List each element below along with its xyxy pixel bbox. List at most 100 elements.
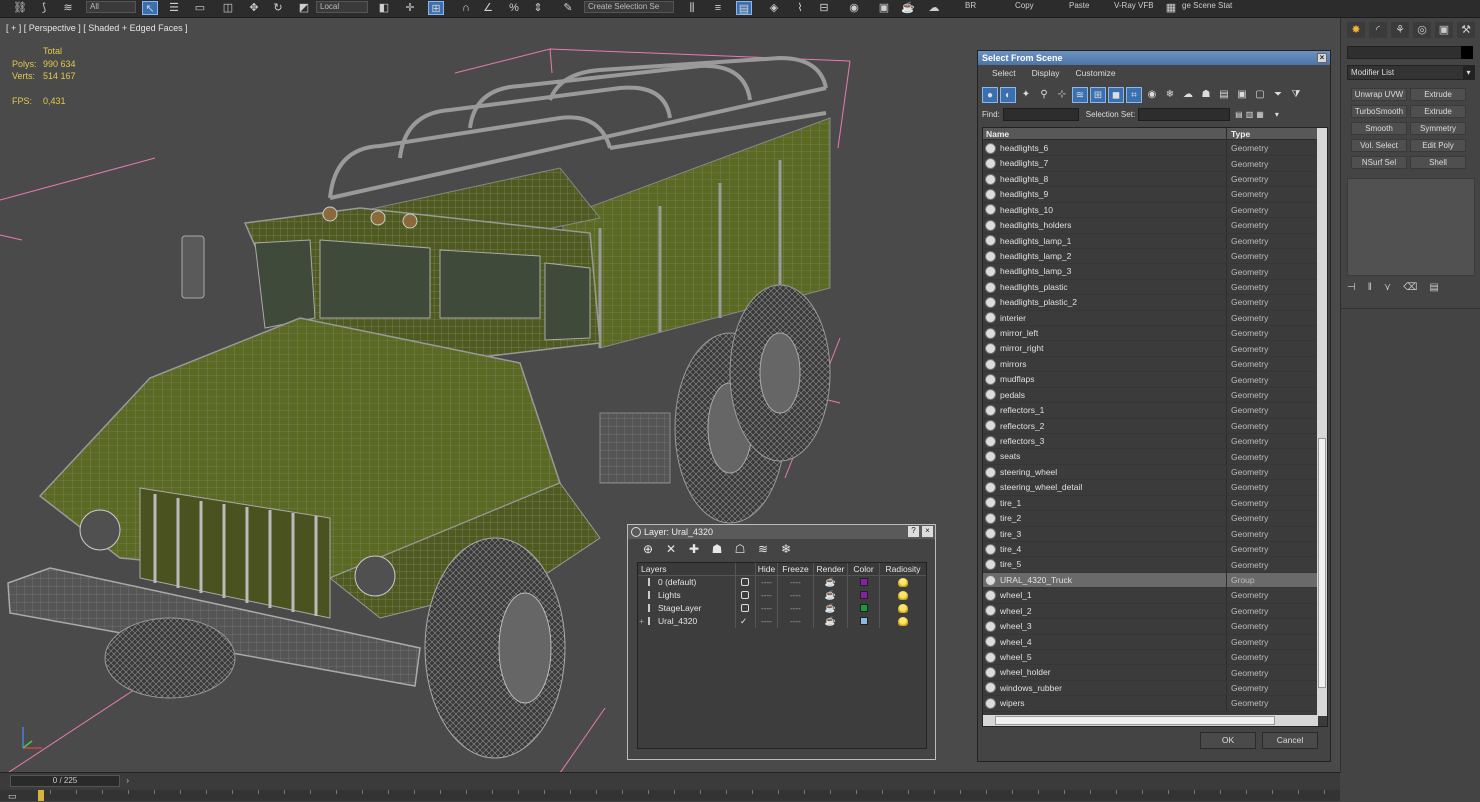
chevron-right-icon[interactable]: ›	[126, 776, 129, 786]
close-icon[interactable]: ×	[922, 526, 933, 537]
scale-icon[interactable]: ◩	[296, 1, 312, 15]
modifier-smooth-button[interactable]: Smooth	[1351, 122, 1407, 135]
display-lights-icon[interactable]: ✦	[1018, 87, 1034, 103]
make-unique-icon[interactable]: ⋎	[1384, 282, 1391, 293]
scrollbar-thumb-h[interactable]	[995, 716, 1275, 725]
menu-customize[interactable]: Customize	[1076, 65, 1116, 81]
display-shapes-icon[interactable]: ◐	[1000, 87, 1016, 103]
hide-unhide-all-icon[interactable]: ≋	[755, 542, 771, 556]
object-list-row[interactable]: interier Geometry	[983, 310, 1318, 327]
render-icon[interactable]: ☁	[926, 1, 942, 15]
percent-snap-icon[interactable]: %	[506, 1, 522, 15]
toolbar-label-br[interactable]: BR	[965, 1, 976, 11]
select-manipulate-icon[interactable]: ✛	[402, 1, 418, 15]
column-render[interactable]: Render	[814, 563, 848, 575]
utilities-tab-icon[interactable]: ⚒	[1457, 22, 1475, 38]
selection-set-add-icon[interactable]: ▥	[1246, 110, 1254, 119]
column-type[interactable]: Type	[1227, 128, 1250, 139]
object-list-row[interactable]: steering_wheel_detail Geometry	[983, 480, 1318, 496]
edit-named-selection-icon[interactable]: ✎	[560, 1, 576, 15]
keyboard-shortcut-icon[interactable]: ⊞	[428, 1, 444, 15]
collapse-toolbar-icon[interactable]: ▾	[1275, 110, 1279, 119]
layer-name-cell[interactable]: 0 (default)	[638, 576, 736, 589]
selection-set-remove-icon[interactable]: ▦	[1256, 110, 1264, 119]
object-list-row[interactable]: headlights_lamp_3 Geometry	[983, 264, 1318, 280]
object-list-row[interactable]: headlights_holders Geometry	[983, 218, 1318, 234]
display-frozen-icon[interactable]: ❄	[1162, 87, 1178, 103]
selection-filter-dropdown[interactable]: All	[86, 1, 136, 13]
modifier-turbosmooth-button[interactable]: TurboSmooth	[1351, 105, 1407, 118]
viewport-label[interactable]: [ + ] [ Perspective ] [ Shaded + Edged F…	[6, 23, 188, 33]
rect-selection-icon[interactable]: ▭	[192, 1, 208, 15]
scene-state-icon[interactable]: ▦	[1164, 1, 1178, 15]
modifier-edit-poly-button[interactable]: Edit Poly	[1410, 139, 1466, 152]
horizontal-scrollbar[interactable]	[983, 715, 1318, 726]
object-list-row[interactable]: wipers Geometry	[983, 696, 1318, 712]
unlink-icon[interactable]: ⟆	[36, 1, 52, 15]
select-by-name-icon[interactable]: ☰	[166, 1, 182, 15]
set-current-checkbox[interactable]	[741, 578, 749, 586]
current-layer-cell[interactable]	[736, 602, 756, 615]
select-layer-icon[interactable]: ☖	[732, 542, 748, 556]
layer-freeze[interactable]: ----	[778, 589, 814, 602]
object-list-row[interactable]: headlights_plastic_2 Geometry	[983, 295, 1318, 311]
display-containers-icon[interactable]: ◉	[1144, 87, 1160, 103]
column-hide[interactable]: Hide	[756, 563, 778, 575]
layer-row[interactable]: Lights ---- ---- ☕	[638, 589, 926, 602]
object-list-row[interactable]: pedals Geometry	[983, 387, 1318, 404]
list-view-icon[interactable]: ▤	[1216, 87, 1232, 103]
object-list-row[interactable]: mirror_right Geometry	[983, 341, 1318, 357]
pivot-icon[interactable]: ◧	[376, 1, 392, 15]
mini-curve-editor-icon[interactable]: ▭	[8, 791, 17, 802]
show-end-result-icon[interactable]: ‖	[1368, 282, 1372, 293]
hierarchy-tab-icon[interactable]: ⚘	[1391, 22, 1409, 38]
rotate-icon[interactable]: ↻	[270, 1, 286, 15]
modifier-extrude-button[interactable]: Extrude	[1410, 88, 1466, 101]
modify-tab-icon[interactable]: ◜	[1369, 22, 1387, 38]
object-list-row[interactable]: wheel_4 Geometry	[983, 634, 1318, 650]
rendered-frame-icon[interactable]: ☕	[900, 1, 916, 15]
layer-name-cell[interactable]: StageLayer	[638, 602, 736, 615]
layer-color[interactable]	[848, 589, 880, 602]
modifier-shell-button[interactable]: Shell	[1410, 156, 1466, 169]
object-list-row[interactable]: mirror_left Geometry	[983, 326, 1318, 342]
layer-radiosity[interactable]	[880, 615, 926, 628]
pin-stack-icon[interactable]: ⊣	[1347, 282, 1356, 293]
cancel-button[interactable]: Cancel	[1262, 732, 1318, 749]
graphite-tools-icon[interactable]: ◈	[766, 1, 782, 15]
object-list-row[interactable]: reflectors_1 Geometry	[983, 403, 1318, 419]
remove-modifier-icon[interactable]: ⌫	[1403, 282, 1417, 293]
layer-hide[interactable]: ----	[756, 615, 778, 628]
object-list-row[interactable]: headlights_9 Geometry	[983, 187, 1318, 203]
dialog-title-bar[interactable]: Select From Scene ×	[978, 51, 1330, 65]
layer-color[interactable]	[848, 602, 880, 615]
filter-icon[interactable]: ⏷	[1270, 87, 1286, 103]
object-list-row[interactable]: tire_3 Geometry	[983, 526, 1318, 542]
configure-modifier-sets-icon[interactable]: ▤	[1429, 282, 1438, 293]
modifier-stack[interactable]	[1347, 178, 1475, 276]
layer-row[interactable]: + Ural_4320 ✓ ---- ---- ☕	[638, 615, 926, 628]
toolbar-label-vray-vfb[interactable]: V-Ray VFB	[1114, 1, 1154, 11]
layer-dialog-title-bar[interactable]: Layer: Ural_4320 ? ×	[628, 525, 935, 539]
mirror-icon[interactable]: ⫼	[684, 1, 700, 15]
object-list-row[interactable]: wheel_2 Geometry	[983, 603, 1318, 620]
motion-tab-icon[interactable]: ◎	[1413, 22, 1431, 38]
layer-row[interactable]: 0 (default) ---- ---- ☕	[638, 576, 926, 589]
layer-row[interactable]: StageLayer ---- ---- ☕	[638, 602, 926, 615]
layer-render[interactable]: ☕	[814, 589, 848, 602]
column-name[interactable]: Name	[983, 128, 1227, 139]
snap-toggle-icon[interactable]: ∩	[458, 1, 474, 15]
display-helpers-icon[interactable]: ⊹	[1054, 87, 1070, 103]
delete-layer-icon[interactable]: ✕	[663, 542, 679, 556]
ok-button[interactable]: OK	[1200, 732, 1256, 749]
object-list-row[interactable]: wheel_1 Geometry	[983, 588, 1318, 604]
timeline-ruler[interactable]	[0, 790, 1340, 801]
scene-object-list[interactable]: Name Type headlights_6 Geometry headlights…	[982, 127, 1328, 727]
column-layers[interactable]: Layers	[638, 563, 736, 575]
column-color[interactable]: Color	[848, 563, 880, 575]
modifier-nsurf-sel-button[interactable]: NSurf Sel	[1351, 156, 1407, 169]
modifier-list-dropdown[interactable]: Modifier List ▾	[1347, 65, 1475, 80]
object-list-row[interactable]: seats Geometry	[983, 449, 1318, 465]
display-spacewarps-icon[interactable]: ≋	[1072, 87, 1088, 103]
toolbar-label-copy[interactable]: Copy	[1015, 1, 1034, 11]
